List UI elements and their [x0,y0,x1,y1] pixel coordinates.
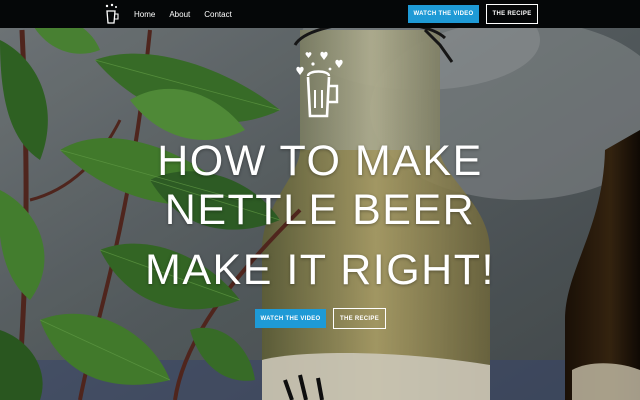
hero-title-line-1: HOW TO MAKE [157,137,483,185]
hero-title-line-2: NETTLE BEER [164,186,476,234]
nav-recipe-button[interactable]: THE RECIPE [486,4,538,24]
nav-link-home[interactable]: Home [134,10,155,19]
nav-watch-video-button[interactable]: WATCH THE VIDEO [408,5,479,23]
nav-link-contact[interactable]: Contact [204,10,232,19]
hero-watch-video-button[interactable]: WATCH THE VIDEO [255,309,326,328]
nav-links: Home About Contact [134,0,232,28]
beer-mug-hearts-icon [296,51,343,118]
beer-mug-icon[interactable] [102,3,120,25]
hero-recipe-button[interactable]: THE RECIPE [333,308,386,329]
nav-link-about[interactable]: About [169,10,190,19]
navbar: Home About Contact WATCH THE VIDEO THE R… [0,0,640,28]
hero-title-line-3: MAKE IT RIGHT! [145,246,495,294]
